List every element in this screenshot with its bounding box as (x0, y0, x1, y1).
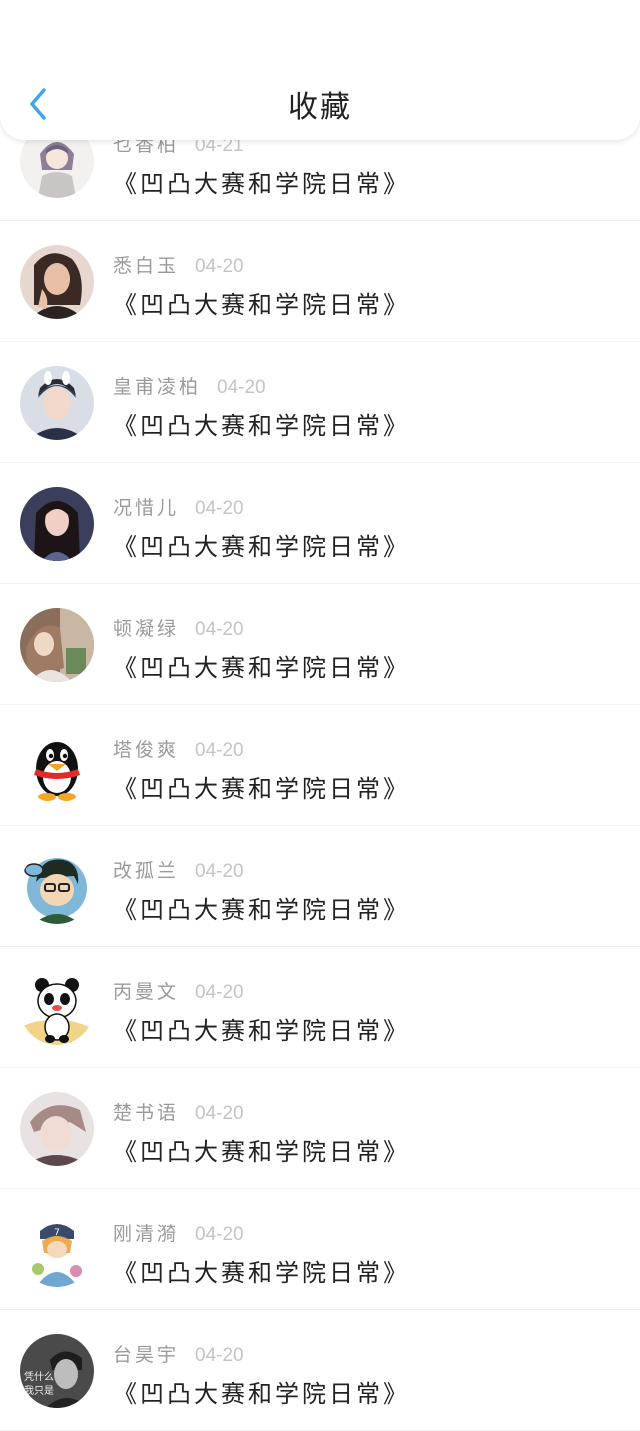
pale-boy-photo-avatar-icon (20, 1092, 94, 1166)
favorites-list: 乜香柏 04-21 《凹凸大赛和学院日常》 悉白玉 04-20 《凹凸大赛和学院… (0, 100, 640, 1431)
boy-photo-avatar-icon (20, 366, 94, 440)
chibi-characters-avatar-icon: 7 (20, 1213, 94, 1287)
bw-text-boy-avatar-icon: 凭什么 我只是 (20, 1334, 94, 1408)
post-date: 04-20 (195, 256, 244, 277)
author-name: 楚书语 (113, 1102, 180, 1124)
post-date: 04-20 (195, 1224, 244, 1245)
post-date: 04-20 (195, 982, 244, 1003)
work-title[interactable]: 《凹凸大赛和学院日常》 (113, 1011, 410, 1046)
window-girl-avatar-icon (20, 608, 94, 682)
author-name: 况惜儿 (113, 497, 180, 519)
qq-penguin-avatar-icon (20, 729, 94, 803)
author-name: 悉白玉 (113, 255, 180, 277)
post-date: 04-20 (195, 1345, 244, 1366)
avatar[interactable]: 凭什么 我只是 (20, 1334, 94, 1408)
work-title[interactable]: 《凹凸大赛和学院日常》 (113, 285, 410, 320)
list-item[interactable]: 悉白玉 04-20 《凹凸大赛和学院日常》 (0, 221, 640, 342)
work-title[interactable]: 《凹凸大赛和学院日常》 (113, 769, 410, 804)
post-date: 04-20 (195, 861, 244, 882)
work-title[interactable]: 《凹凸大赛和学院日常》 (113, 406, 410, 441)
panda-avatar-icon (20, 971, 94, 1045)
list-item[interactable]: 丙曼文 04-20 《凹凸大赛和学院日常》 (0, 947, 640, 1068)
avatar-caption: 凭什么 (24, 1370, 54, 1383)
author-name: 改孤兰 (113, 860, 180, 882)
avatar[interactable] (20, 971, 94, 1045)
avatar[interactable] (20, 729, 94, 803)
author-name: 塔俊爽 (113, 739, 180, 761)
work-title[interactable]: 《凹凸大赛和学院日常》 (113, 890, 410, 925)
author-name: 顿凝绿 (113, 618, 180, 640)
list-item[interactable]: 凭什么 我只是 台昊宇 04-20 《凹凸大赛和学院日常》 (0, 1310, 640, 1431)
list-item[interactable]: 7 刚清漪 04-20 《凹凸大赛和学院日常》 (0, 1189, 640, 1310)
page-title: 收藏 (288, 90, 352, 125)
author-name: 刚清漪 (113, 1223, 180, 1245)
work-title[interactable]: 《凹凸大赛和学院日常》 (113, 648, 410, 683)
avatar[interactable] (20, 245, 94, 319)
work-title[interactable]: 《凹凸大赛和学院日常》 (113, 1374, 410, 1409)
avatar[interactable] (20, 1092, 94, 1166)
list-item[interactable]: 顿凝绿 04-20 《凹凸大赛和学院日常》 (0, 584, 640, 705)
avatar[interactable] (20, 487, 94, 561)
avatar[interactable]: 7 (20, 1213, 94, 1287)
post-date: 04-20 (217, 377, 266, 398)
list-item[interactable]: 楚书语 04-20 《凹凸大赛和学院日常》 (0, 1068, 640, 1189)
post-date: 04-20 (195, 1103, 244, 1124)
work-title[interactable]: 《凹凸大赛和学院日常》 (113, 164, 410, 199)
girl-photo-avatar-icon (20, 245, 94, 319)
top-header: 收藏 (0, 0, 640, 140)
avatar-caption: 我只是 (24, 1385, 54, 1397)
avatar[interactable] (20, 366, 94, 440)
post-date: 04-20 (195, 619, 244, 640)
avatar[interactable] (20, 608, 94, 682)
list-item[interactable]: 改孤兰 04-20 《凹凸大赛和学院日常》 (0, 826, 640, 947)
list-item[interactable]: 皇甫凌柏 04-20 《凹凸大赛和学院日常》 (0, 342, 640, 463)
post-date: 04-20 (195, 740, 244, 761)
list-item[interactable]: 塔俊爽 04-20 《凹凸大赛和学院日常》 (0, 705, 640, 826)
cartoon-boy-glasses-avatar-icon (20, 850, 94, 924)
dark-hair-girl-avatar-icon (20, 487, 94, 561)
avatar[interactable] (20, 850, 94, 924)
post-date: 04-20 (195, 498, 244, 519)
author-name: 皇甫凌柏 (113, 376, 202, 398)
author-name: 台昊宇 (113, 1344, 180, 1366)
work-title[interactable]: 《凹凸大赛和学院日常》 (113, 1132, 410, 1167)
work-title[interactable]: 《凹凸大赛和学院日常》 (113, 527, 410, 562)
author-name: 丙曼文 (113, 981, 180, 1003)
list-item[interactable]: 况惜儿 04-20 《凹凸大赛和学院日常》 (0, 463, 640, 584)
work-title[interactable]: 《凹凸大赛和学院日常》 (113, 1253, 410, 1288)
